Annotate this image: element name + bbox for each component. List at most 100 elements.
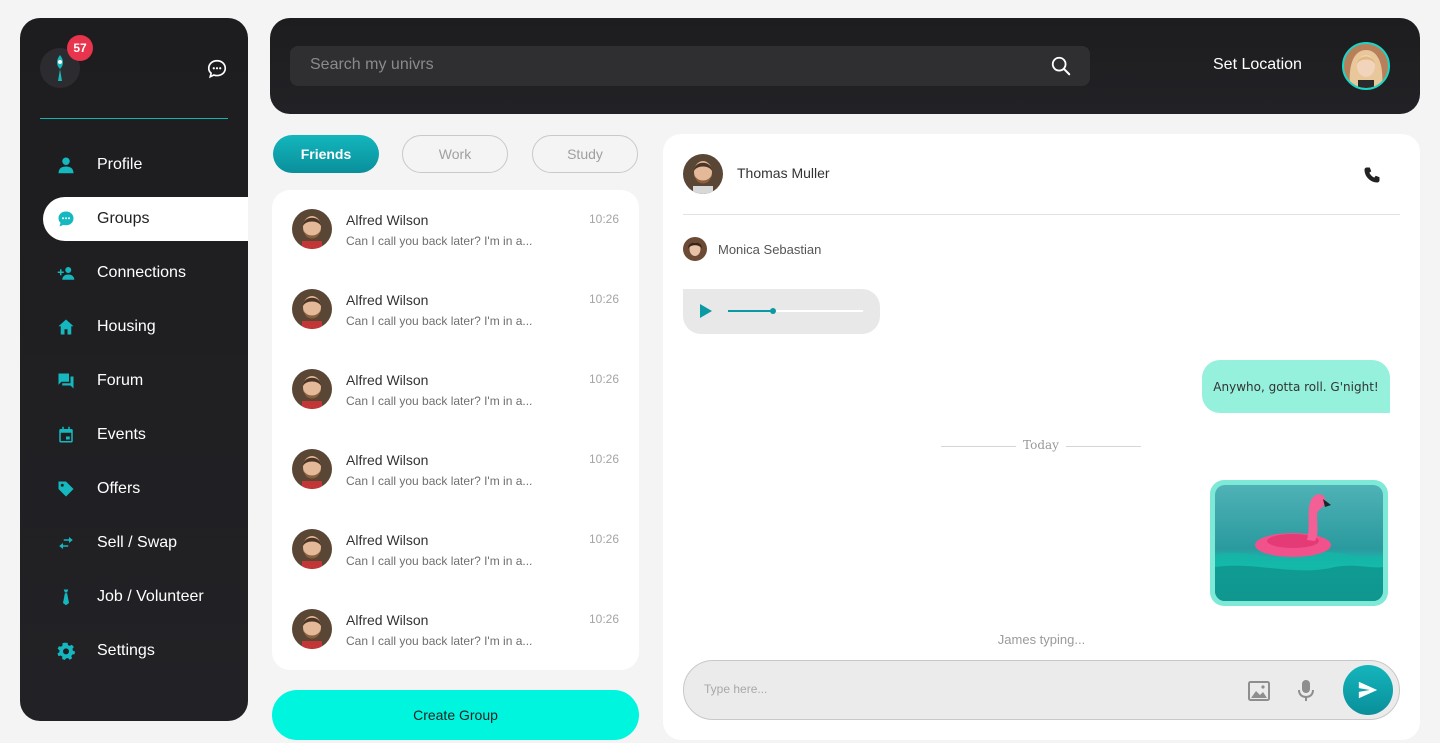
tie-icon [56,587,76,607]
sidebar-item-label: Forum [97,372,144,389]
create-group-button[interactable]: Create Group [272,690,639,740]
tab-work[interactable]: Work [402,135,508,173]
conversation-avatar [292,369,332,409]
sidebar-item-groups[interactable]: Groups [43,197,248,241]
conversation-time: 10:26 [588,612,619,626]
conversation-preview: Can I call you back later? I'm in a... [346,474,533,488]
conversation-name: Alfred Wilson [346,452,429,468]
conversation-name: Alfred Wilson [346,212,429,228]
conversation-time: 10:26 [588,372,619,386]
conversation-item[interactable]: Alfred Wilson Can I call you back later? … [272,609,639,689]
conversation-item[interactable]: Alfred Wilson Can I call you back later? … [272,449,639,529]
swap-icon [56,533,76,553]
conversation-name: Alfred Wilson [346,372,429,388]
tag-icon [56,479,76,499]
sender-name: Monica Sebastian [718,242,822,257]
conversation-item[interactable]: Alfred Wilson Can I call you back later? … [272,289,639,369]
notification-badge[interactable]: 57 [67,35,93,61]
phone-icon[interactable] [1363,166,1381,184]
audio-message [683,289,880,334]
conversation-avatar [292,529,332,569]
sidebar-item-profile[interactable]: Profile [20,143,248,187]
conversation-preview: Can I call you back later? I'm in a... [346,634,533,648]
date-separator: Today [941,438,1141,454]
sidebar-item-label: Job / Volunteer [97,588,204,605]
conversation-avatar [292,609,332,649]
sidebar-item-label: Events [97,426,146,443]
date-separator-label: Today [1023,438,1059,452]
sidebar-item-offers[interactable]: Offers [20,467,248,511]
sidebar-item-label: Offers [97,480,141,497]
sidebar: 57 Profile Groups Connections Housing Fo… [20,18,248,721]
conversation-time: 10:26 [588,212,619,226]
message-composer [683,660,1400,720]
sidebar-item-label: Settings [97,642,155,659]
chat-header-divider [683,214,1400,215]
add-person-icon [56,263,76,283]
top-header: Set Location [270,18,1420,114]
conversation-time: 10:26 [588,292,619,306]
sidebar-item-label: Sell / Swap [97,534,178,551]
person-icon [56,155,76,175]
chat-panel: Thomas Muller Monica Sebastian Anywho, g… [663,134,1420,740]
audio-progress-track[interactable] [728,308,863,314]
send-icon [1358,681,1378,699]
tab-study[interactable]: Study [532,135,638,173]
sender-avatar [683,237,707,261]
sidebar-item-label: Connections [97,264,186,281]
conversation-item[interactable]: Alfred Wilson Can I call you back later? … [272,529,639,609]
sidebar-divider [40,118,228,119]
outgoing-message: Anywho, gotta roll. G'night! [1202,360,1390,413]
microphone-icon[interactable] [1296,679,1316,703]
sidebar-item-events[interactable]: Events [20,413,248,457]
image-message[interactable] [1210,480,1388,606]
conversation-preview: Can I call you back later? I'm in a... [346,554,533,568]
search-icon[interactable] [1050,55,1072,77]
conversation-name: Alfred Wilson [346,532,429,548]
sidebar-item-job-volunteer[interactable]: Job / Volunteer [20,575,248,619]
conversation-avatar [292,209,332,249]
sidebar-nav: Profile Groups Connections Housing Forum [20,143,248,683]
send-button[interactable] [1343,665,1393,715]
sidebar-item-label: Groups [97,210,150,227]
conversation-name: Alfred Wilson [346,292,429,308]
audio-scrubber-handle[interactable] [769,308,776,314]
separator-line-right [1066,446,1141,447]
sidebar-item-label: Profile [97,156,143,173]
contact-name: Thomas Muller [737,165,830,181]
conversation-preview: Can I call you back later? I'm in a... [346,314,533,328]
sidebar-item-label: Housing [97,318,156,335]
home-icon [56,317,76,337]
chat-bubble-icon [56,209,76,229]
image-message-picture [1215,485,1383,601]
conversation-name: Alfred Wilson [346,612,429,628]
sidebar-item-forum[interactable]: Forum [20,359,248,403]
typing-indicator: James typing... [997,632,1086,647]
calendar-icon [56,425,76,445]
gear-icon [56,641,76,661]
conversation-time: 10:26 [588,532,619,546]
messages-icon[interactable] [206,58,228,80]
tab-friends[interactable]: Friends [273,135,379,173]
conversation-list: Alfred Wilson Can I call you back later? … [272,190,639,670]
sidebar-item-settings[interactable]: Settings [20,629,248,673]
message-input[interactable] [704,682,1224,696]
sidebar-item-housing[interactable]: Housing [20,305,248,349]
conversation-preview: Can I call you back later? I'm in a... [346,394,533,408]
conversation-item[interactable]: Alfred Wilson Can I call you back later? … [272,209,639,289]
user-avatar[interactable] [1342,42,1390,90]
forum-icon [56,371,76,391]
conversation-avatar [292,289,332,329]
conversation-avatar [292,449,332,489]
logo-icon [57,55,63,81]
image-attach-icon[interactable] [1247,679,1271,703]
search-bar [290,46,1090,86]
set-location-link[interactable]: Set Location [1213,56,1302,74]
search-input[interactable] [310,56,1010,74]
conversation-time: 10:26 [588,452,619,466]
conversation-item[interactable]: Alfred Wilson Can I call you back later? … [272,369,639,449]
sidebar-item-sell-swap[interactable]: Sell / Swap [20,521,248,565]
sidebar-item-connections[interactable]: Connections [20,251,248,295]
play-icon[interactable] [699,303,713,319]
contact-avatar[interactable] [683,154,723,194]
